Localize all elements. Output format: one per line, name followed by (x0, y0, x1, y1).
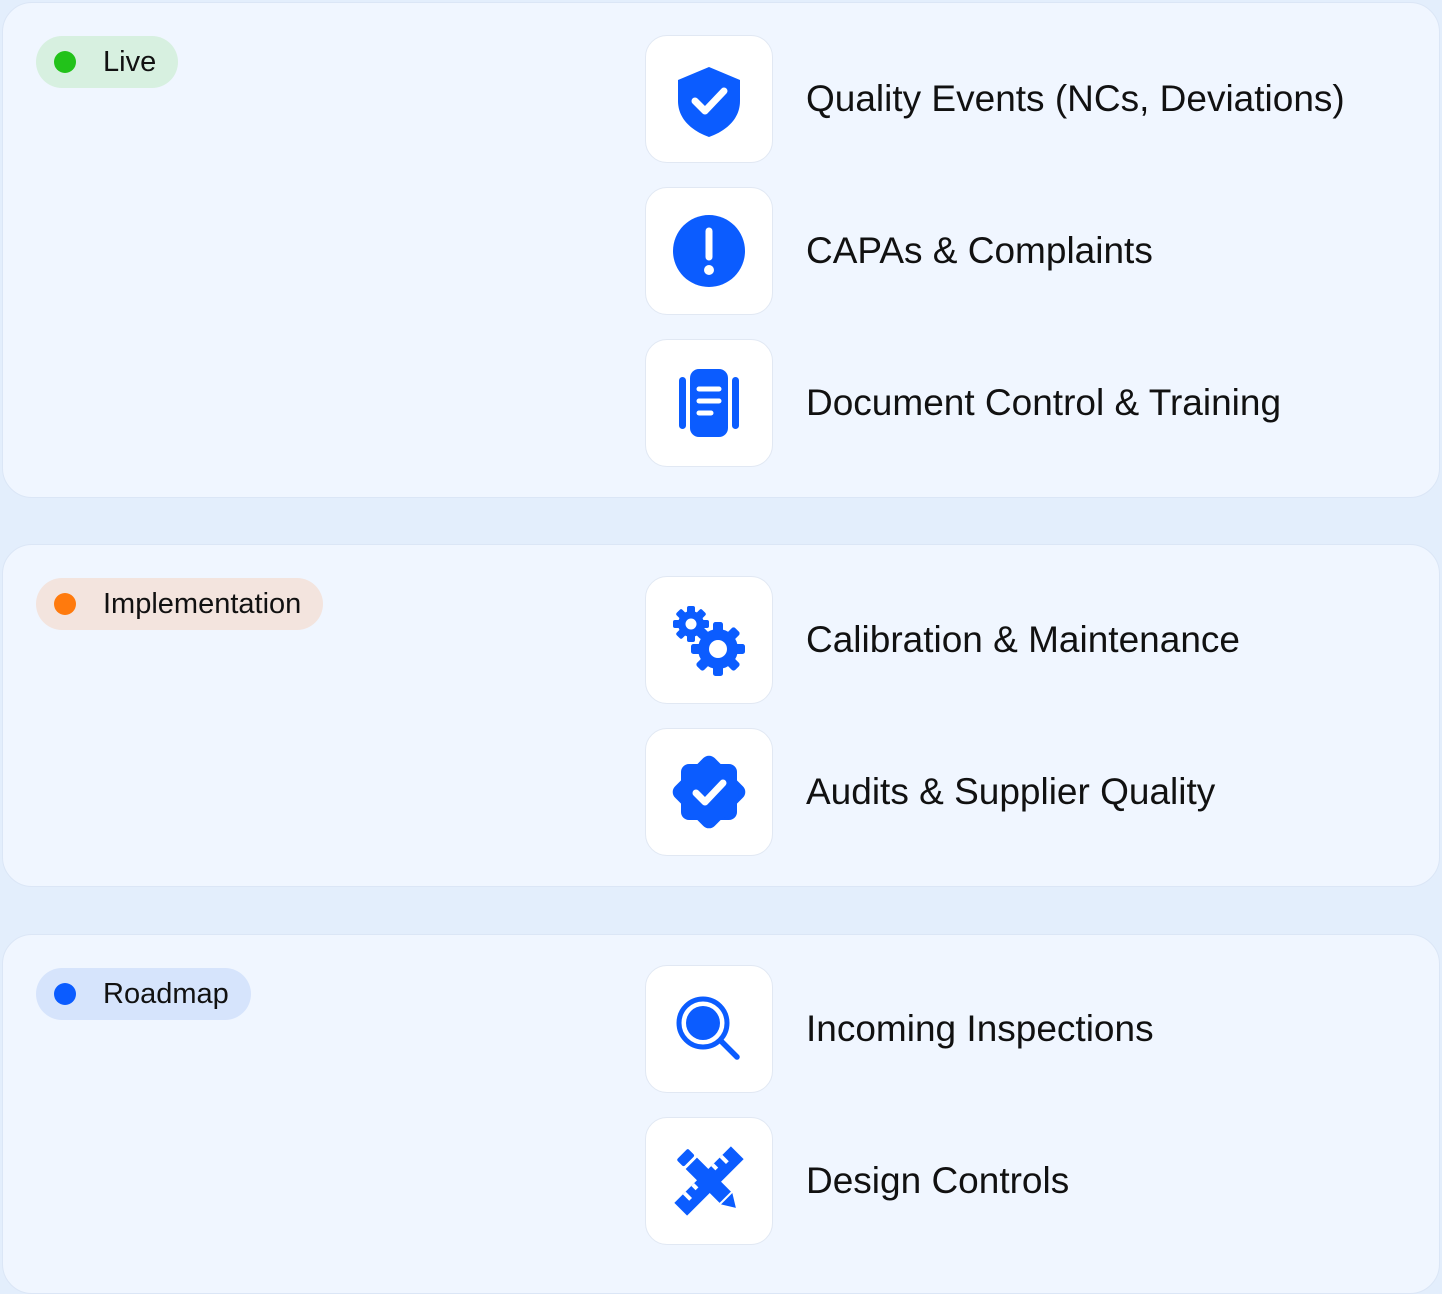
document-icon (679, 369, 739, 437)
module-item-incoming-inspections[interactable]: Incoming Inspections (645, 965, 1154, 1093)
status-badge-label: Implementation (103, 587, 302, 620)
status-badge-label: Roadmap (103, 977, 229, 1010)
pencil-ruler-icon (674, 1146, 744, 1216)
status-badge-roadmap: Roadmap (36, 968, 251, 1020)
module-icon-box (645, 728, 773, 856)
status-dot (54, 51, 76, 73)
module-item-calibration-maintenance[interactable]: Calibration & Maintenance (645, 576, 1240, 704)
module-label: Design Controls (806, 1160, 1070, 1201)
module-item-design-controls[interactable]: Design Controls (645, 1117, 1069, 1245)
section-roadmap: Roadmap Incoming Inspections Design Cont… (2, 934, 1440, 1294)
module-item-capas-complaints[interactable]: CAPAs & Complaints (645, 187, 1153, 315)
module-icon-box (645, 965, 773, 1093)
module-label: CAPAs & Complaints (806, 230, 1153, 271)
status-dot (54, 593, 76, 615)
status-badge-implementation: Implementation (36, 578, 324, 630)
module-icon-box (645, 339, 773, 467)
module-icon-box (645, 35, 773, 163)
shield-check-icon (678, 67, 740, 137)
module-icon-box (645, 576, 773, 704)
status-badge-label: Live (103, 45, 157, 78)
module-label: Incoming Inspections (806, 1008, 1154, 1049)
status-dot (54, 983, 76, 1005)
status-badge-live: Live (36, 36, 179, 88)
gears-icon (673, 606, 745, 676)
section-implementation: Implementation Calibration & Maintenance… (2, 544, 1440, 887)
module-label: Quality Events (NCs, Deviations) (806, 78, 1345, 119)
exclamation-circle-icon (673, 215, 745, 287)
section-live: Live Quality Events (NCs, Deviations) CA… (2, 2, 1440, 498)
module-item-audits-supplier[interactable]: Audits & Supplier Quality (645, 728, 1215, 856)
module-icon-box (645, 187, 773, 315)
verified-badge-icon (672, 755, 746, 829)
module-label: Audits & Supplier Quality (806, 771, 1216, 812)
magnifier-icon (676, 996, 740, 1060)
module-item-quality-events[interactable]: Quality Events (NCs, Deviations) (645, 35, 1345, 163)
module-label: Calibration & Maintenance (806, 619, 1240, 660)
module-label: Document Control & Training (806, 382, 1282, 423)
module-icon-box (645, 1117, 773, 1245)
module-item-document-control[interactable]: Document Control & Training (645, 339, 1281, 467)
